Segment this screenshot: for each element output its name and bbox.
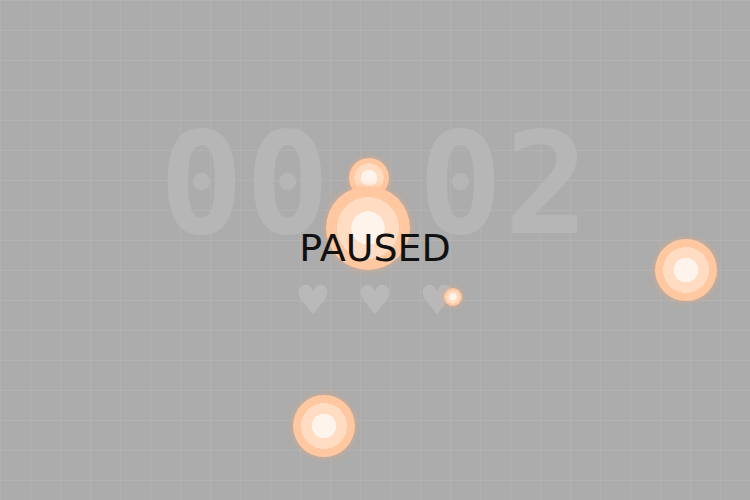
heart-icon: ♥ <box>355 280 395 320</box>
orb <box>655 239 717 301</box>
pause-overlay[interactable]: PAUSED <box>0 0 750 500</box>
heart-icon: ♥ <box>293 280 333 320</box>
paused-label: PAUSED <box>291 222 459 274</box>
orb <box>444 288 462 306</box>
orb <box>293 395 355 457</box>
lives: ♥♥♥ <box>293 280 457 320</box>
game-stage: 00.02 ♥♥♥ PAUSED <box>0 0 750 500</box>
